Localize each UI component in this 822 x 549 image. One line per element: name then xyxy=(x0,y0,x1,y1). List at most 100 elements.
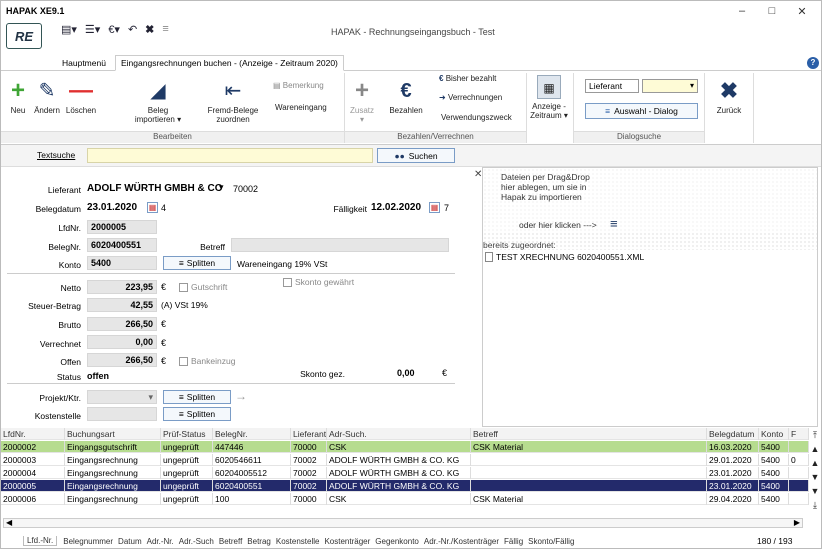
new-button[interactable]: + Neu xyxy=(7,79,29,116)
purpose-button[interactable]: Verwendungszweck xyxy=(441,113,525,122)
steuer-field[interactable]: 42,55 xyxy=(87,298,157,312)
goods-receipt-button[interactable]: Wareneingang xyxy=(275,103,341,112)
sort-tab[interactable]: Datum xyxy=(118,537,142,546)
minimize-icon[interactable]: – xyxy=(727,1,757,21)
extra-button[interactable]: + Zusatz ▾ xyxy=(347,79,377,125)
skonto-checkbox[interactable]: Skonto gewährt xyxy=(283,277,354,288)
tab-eingangsrechnungen[interactable]: Eingangsrechnungen buchen - (Anzeige - Z… xyxy=(115,55,344,71)
col-header[interactable]: Buchungsart xyxy=(65,428,161,440)
col-header[interactable]: Prüf-Status xyxy=(161,428,213,440)
brutto-field[interactable]: 266,50 xyxy=(87,317,157,331)
menu-icon[interactable]: ≡ xyxy=(610,216,618,231)
col-header[interactable]: Lieferant xyxy=(291,428,327,440)
remark-button[interactable]: ▤ Bemerkung xyxy=(273,81,339,90)
sort-tab[interactable]: Skonto/Fällig xyxy=(528,537,574,546)
down-icon[interactable]: ▼ xyxy=(811,470,820,484)
sort-tab[interactable]: Fällig xyxy=(504,537,523,546)
search-button[interactable]: ●● Suchen xyxy=(377,148,455,163)
maximize-icon[interactable]: □ xyxy=(757,1,787,21)
netto-field[interactable]: 223,95 xyxy=(87,280,157,294)
scroll-right-icon[interactable]: ▶ xyxy=(794,518,800,527)
group-bezahlen: Bezahlen/Verrechnen xyxy=(345,131,526,143)
due-calendar-icon[interactable]: ▦ xyxy=(429,202,440,213)
sort-tab[interactable]: Belegnummer xyxy=(63,537,113,546)
col-header[interactable]: F xyxy=(789,428,809,440)
cell-datum: 23.01.2020 xyxy=(707,480,759,492)
customize-icon[interactable]: ≡ xyxy=(162,23,168,36)
up-icon[interactable]: ▲ xyxy=(811,456,820,470)
betreff-field[interactable] xyxy=(231,238,449,252)
tab-hauptmenu[interactable]: Hauptmenü xyxy=(57,55,111,71)
bankeinzug-checkbox[interactable]: Bankeinzug xyxy=(179,356,235,367)
faelligkeit-value[interactable]: 12.02.2020 xyxy=(371,202,421,213)
konto-field[interactable]: 5400 xyxy=(87,256,157,270)
paid-so-far-button[interactable]: € Bisher bezahlt xyxy=(439,74,521,83)
projekt-select[interactable]: ▾ xyxy=(87,390,157,404)
back-button[interactable]: ✖ Zurück xyxy=(709,79,749,116)
sort-tab[interactable]: Gegenkonto xyxy=(375,537,419,546)
undo-icon[interactable]: ↶ xyxy=(128,23,137,36)
col-header[interactable]: Belegdatum xyxy=(707,428,759,440)
sort-tab[interactable]: Adr.-Such xyxy=(179,537,214,546)
page-up-icon[interactable]: ▲ xyxy=(811,442,820,456)
sort-tab[interactable]: Lfd.-Nr. xyxy=(23,536,58,546)
import-button[interactable]: ◢ Beleg importieren ▾ xyxy=(127,79,189,124)
close-icon[interactable]: ✕ xyxy=(787,1,817,21)
offsets-button[interactable]: ➜ Verrechnungen xyxy=(439,93,521,102)
cell-adr: CSK xyxy=(327,441,471,453)
projekt-split-button[interactable]: ≡ Splitten xyxy=(163,390,231,404)
print-icon[interactable]: ▤▾ xyxy=(61,23,77,36)
sort-tab[interactable]: Kostenstelle xyxy=(276,537,320,546)
lieferant-dropdown[interactable]: ▾ xyxy=(642,79,698,93)
table-row[interactable]: 2000002 Eingangsgutschrift ungeprüft 447… xyxy=(1,441,809,453)
lieferant-value[interactable]: ADOLF WÜRTH GMBH & CO xyxy=(87,183,223,194)
lieferant-select[interactable]: Lieferant xyxy=(585,79,639,93)
edit-button[interactable]: ✎ Ändern xyxy=(31,79,63,115)
display-period-button[interactable]: ▦ Anzeige - Zeitraum ▾ xyxy=(529,75,569,120)
belegdatum-value[interactable]: 23.01.2020 xyxy=(87,202,137,213)
scroll-left-icon[interactable]: ◀ xyxy=(6,518,12,527)
click-here-link[interactable]: oder hier klicken ---> xyxy=(519,220,597,230)
col-header[interactable]: BelegNr. xyxy=(213,428,291,440)
help-icon[interactable]: ? xyxy=(807,57,819,69)
gutschrift-checkbox[interactable]: Gutschrift xyxy=(179,282,228,293)
sort-tab[interactable]: Kostenträger xyxy=(324,537,370,546)
currency-icon[interactable]: €▾ xyxy=(108,23,120,36)
assigned-file[interactable]: TEST XRECHNUNG 6020400551.XML xyxy=(485,252,644,262)
lieferant-dropdown-arrow[interactable]: ▾ xyxy=(219,182,224,193)
cell-lfdnr: 2000005 xyxy=(1,480,65,492)
kostenstelle-split-button[interactable]: ≡ Splitten xyxy=(163,407,231,421)
drop-zone[interactable]: Dateien per Drag&Drop hier ablegen, um s… xyxy=(482,167,818,427)
table-row-selected[interactable]: 2000005 Eingangsrechnung ungeprüft 60204… xyxy=(1,480,809,492)
cell-betreff: CSK Material xyxy=(471,493,707,505)
horizontal-scrollbar[interactable]: ◀ ▶ xyxy=(3,518,803,528)
cancel-icon[interactable]: ✖ xyxy=(145,23,154,36)
col-header[interactable]: Betreff xyxy=(471,428,707,440)
sort-tab[interactable]: Adr.-Nr./Kostenträger xyxy=(424,537,499,546)
pay-button[interactable]: € Bezahlen xyxy=(385,79,427,115)
sort-tab[interactable]: Betrag xyxy=(247,537,271,546)
sort-tab[interactable]: Adr.-Nr. xyxy=(147,537,174,546)
offen-currency: € xyxy=(161,356,167,366)
table-row[interactable]: 2000004 Eingangsrechnung ungeprüft 60204… xyxy=(1,467,809,479)
search-input[interactable] xyxy=(87,148,373,163)
col-header[interactable]: Adr-Such. xyxy=(327,428,471,440)
split-button[interactable]: ≡ Splitten xyxy=(163,256,231,270)
belegnr-field[interactable]: 6020400551 xyxy=(87,238,157,252)
page-down-icon[interactable]: ▼ xyxy=(811,484,820,498)
col-header[interactable]: LfdNr. xyxy=(1,428,65,440)
col-header[interactable]: Konto xyxy=(759,428,789,440)
delete-button[interactable]: — Löschen xyxy=(64,79,98,116)
table-row[interactable]: 2000006 Eingangsrechnung ungeprüft 100 7… xyxy=(1,493,809,505)
sort-tab[interactable]: Betreff xyxy=(219,537,242,546)
calendar-picker-icon[interactable]: ▦ xyxy=(147,202,158,213)
selection-dialog-button[interactable]: ≡ Auswahl - Dialog xyxy=(585,103,698,119)
last-record-icon[interactable]: ⤓ xyxy=(813,498,817,512)
gutschrift-label: Gutschrift xyxy=(191,282,228,292)
table-row[interactable]: 2000003 Eingangsrechnung ungeprüft 60205… xyxy=(1,454,809,466)
brutto-currency: € xyxy=(161,319,167,329)
first-record-icon[interactable]: ⤒ xyxy=(813,428,817,442)
document-icon[interactable]: ☰▾ xyxy=(85,23,100,36)
assign-foreign-button[interactable]: ⇤ Fremd-Belege zuordnen xyxy=(201,79,265,124)
kostenstelle-field[interactable] xyxy=(87,407,157,421)
